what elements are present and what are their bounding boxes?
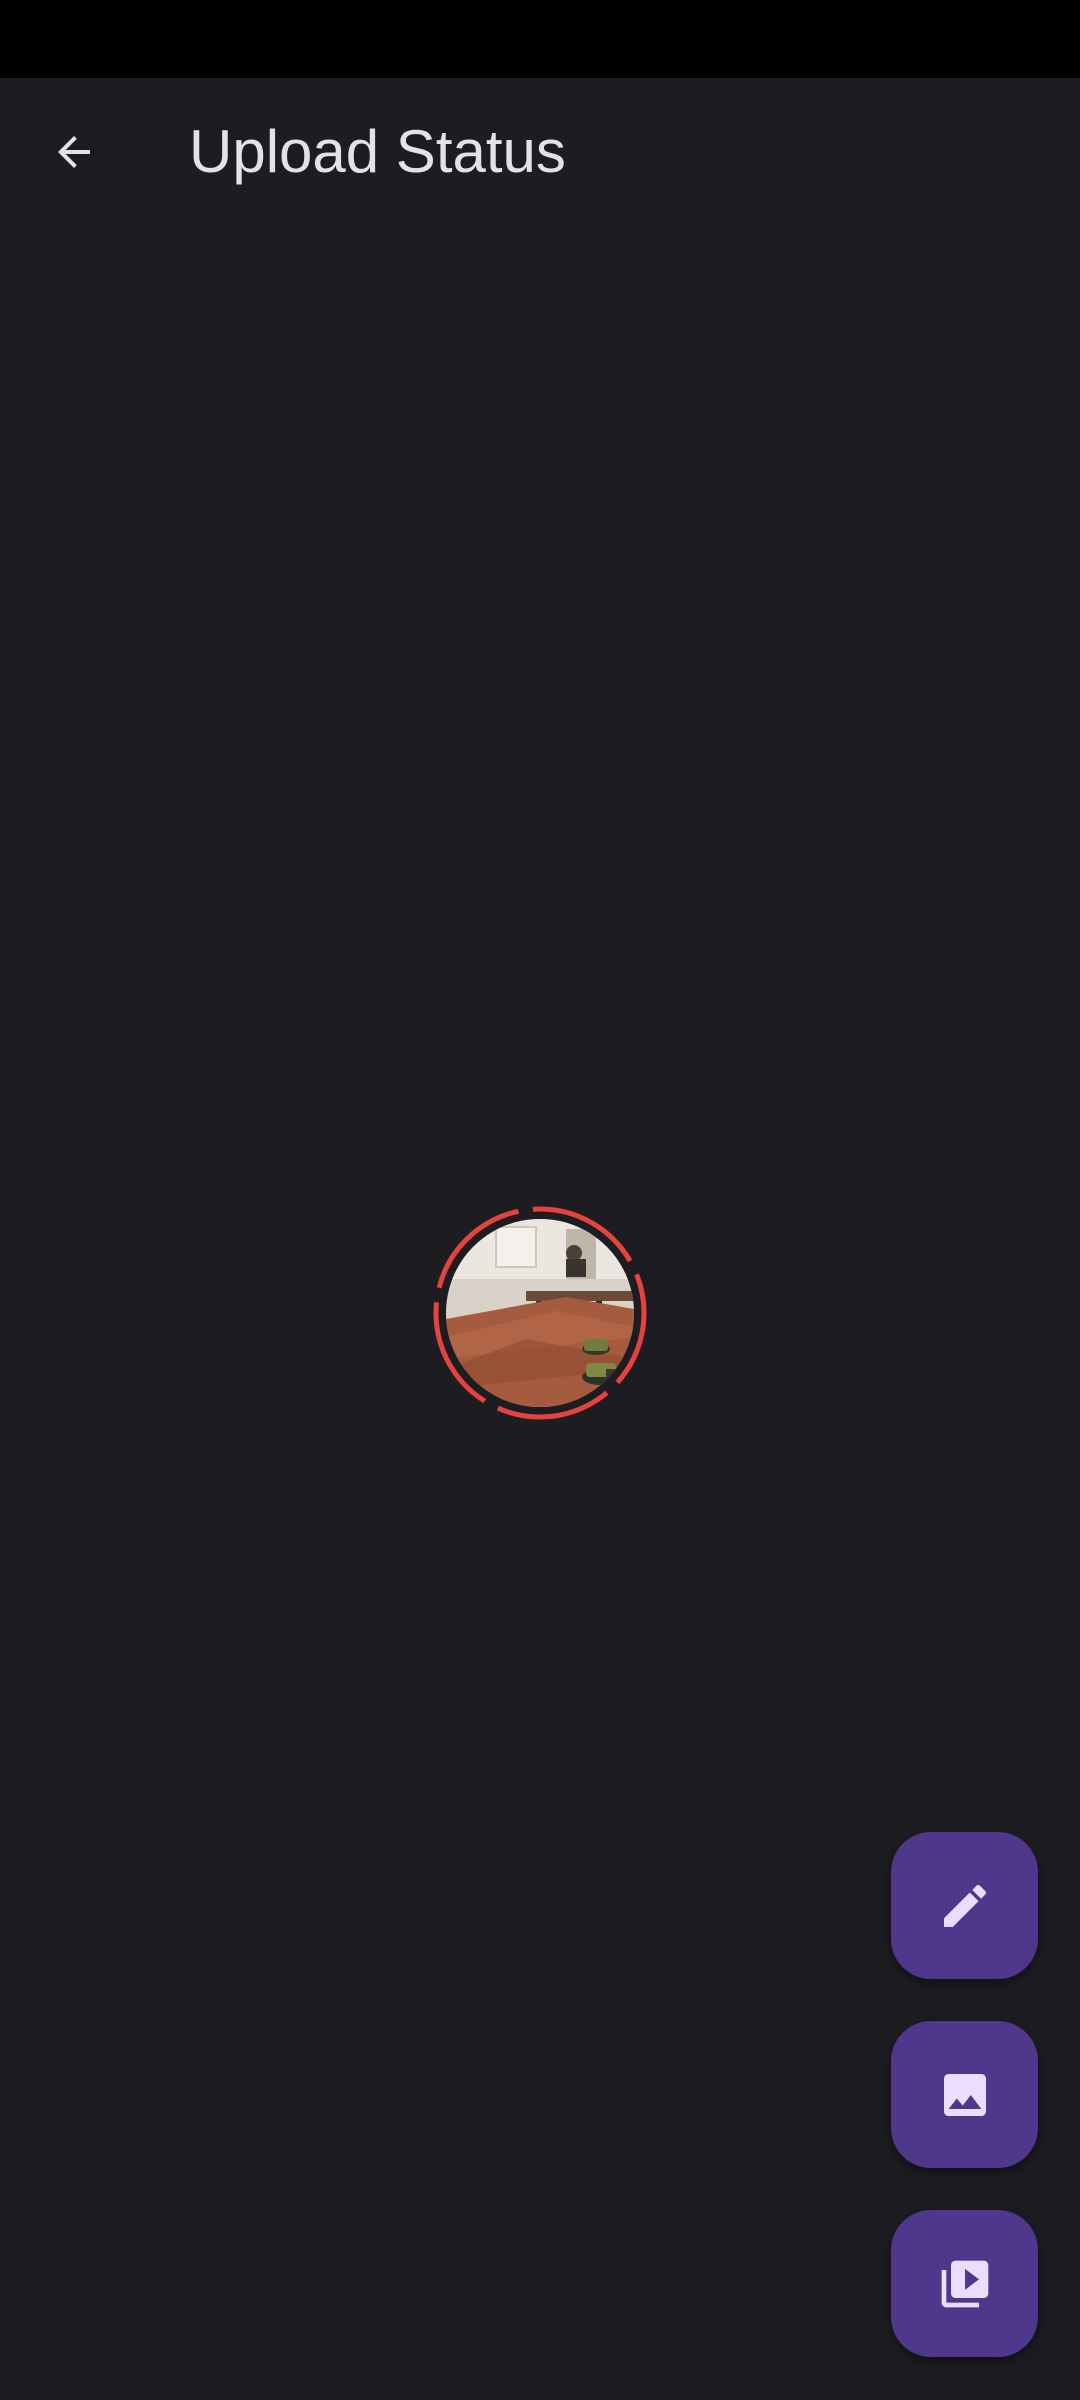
- pencil-icon: [943, 1884, 986, 1927]
- image-icon: [943, 2073, 986, 2116]
- status-thumbnail: [446, 1219, 634, 1407]
- page-title: Upload Status: [189, 118, 566, 185]
- system-status-bar: [0, 0, 1080, 78]
- image-status-button[interactable]: [891, 2021, 1038, 2168]
- back-button[interactable]: [30, 108, 118, 196]
- top-app-bar: Upload Status: [0, 78, 1080, 226]
- video-status-button[interactable]: [891, 2210, 1038, 2357]
- cafe-table-photo: [446, 1219, 634, 1407]
- status-preview[interactable]: [432, 1205, 648, 1421]
- video-library-icon: [941, 2260, 988, 2307]
- text-status-button[interactable]: [891, 1832, 1038, 1979]
- arrow-back-icon: [58, 136, 90, 168]
